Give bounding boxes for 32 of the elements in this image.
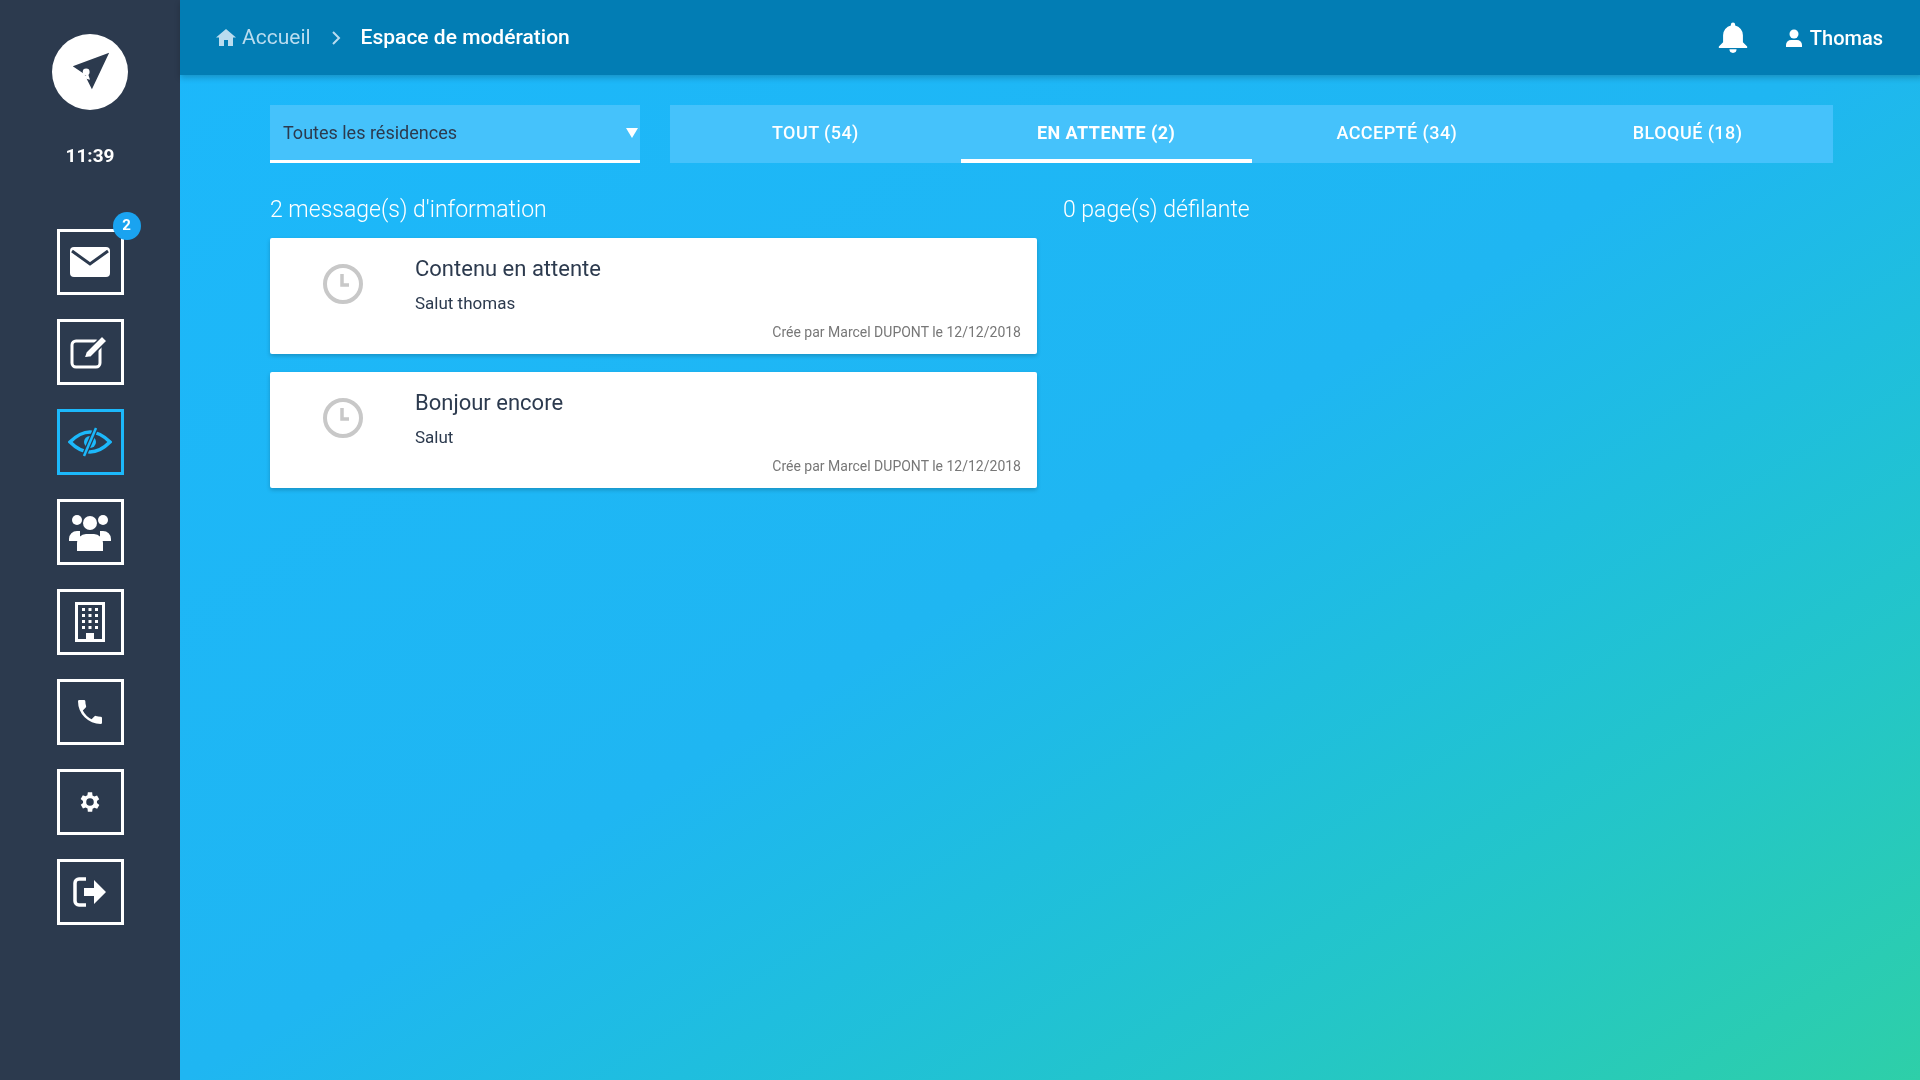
section-heading: 2 message(s) d'information <box>270 195 548 225</box>
page-title: Espace de modération <box>360 23 570 51</box>
dropdown-caret-icon <box>626 127 638 138</box>
message-text: Salut thomas <box>415 291 517 315</box>
notification-badge: 2 <box>112 211 141 240</box>
clock-icon <box>321 262 364 305</box>
envelope-icon <box>70 246 110 277</box>
filter-tab[interactable]: BLOQUÉ (18) <box>1542 105 1833 163</box>
message-title: Contenu en attente <box>415 254 602 283</box>
clock-icon <box>321 396 364 439</box>
message-author-date: Crée par Marcel DUPONT le 12/12/2018 <box>772 457 1021 476</box>
clock-time: 11:39 <box>65 143 115 169</box>
filter-tab[interactable]: ACCEPTÉ (34) <box>1251 105 1543 163</box>
users-icon <box>68 512 112 551</box>
eye-slash-icon <box>68 425 112 458</box>
sign-out-icon <box>72 875 108 908</box>
residence-select[interactable]: Toutes les résidences <box>270 105 640 163</box>
home-link[interactable]: Accueil <box>216 21 311 54</box>
building-icon <box>75 601 105 642</box>
user-name[interactable]: Thomas <box>1809 22 1883 53</box>
filter-tab[interactable]: TOUT (54) <box>670 105 961 163</box>
home-icon <box>216 29 236 46</box>
message-text: Salut <box>415 425 455 449</box>
sidebar-nav-button[interactable] <box>56 408 124 475</box>
message-card[interactable]: Bonjour encore Salut Crée par Marcel DUPONT le 12/12/2018 <box>270 371 1037 488</box>
filter-tab[interactable]: EN ATTENTE (2) <box>960 105 1252 163</box>
message-card[interactable]: Contenu en attente Salut thomas Crée par Marcel DUPONT le 12/12/2018 <box>270 237 1037 354</box>
message-title: Bonjour encore <box>415 388 565 417</box>
user-icon <box>1785 28 1802 47</box>
section-heading: 0 page(s) défilante <box>1063 195 1250 225</box>
chevron-right-icon <box>330 29 341 46</box>
message-author-date: Crée par Marcel DUPONT le 12/12/2018 <box>772 323 1021 342</box>
